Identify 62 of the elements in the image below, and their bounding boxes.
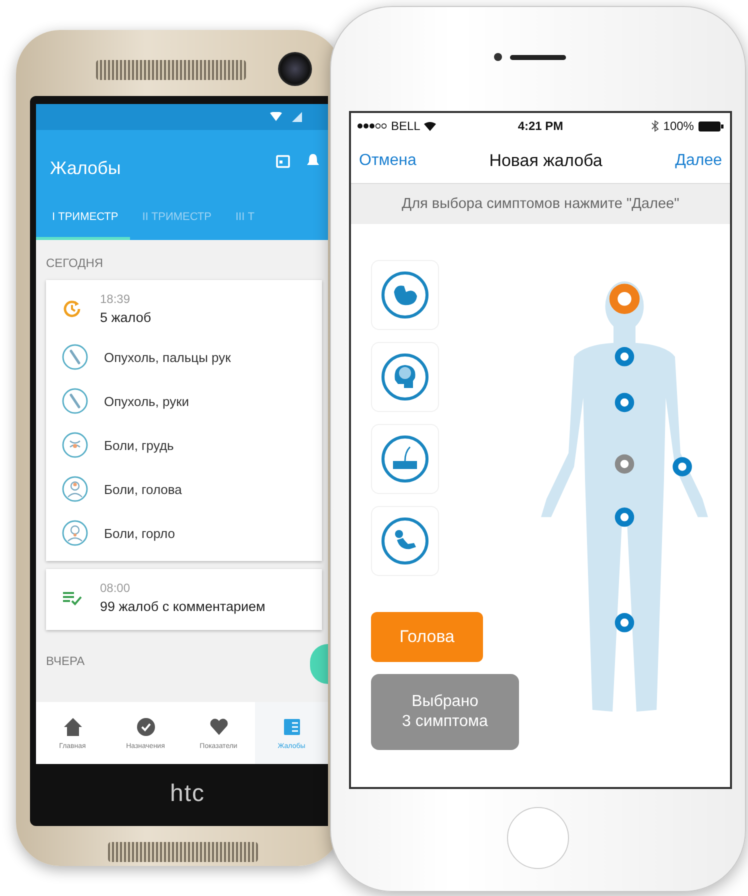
brand-logo: htc xyxy=(170,780,206,808)
section-heading: СЕГОДНЯ xyxy=(46,255,104,272)
screen-title: Новая жалоба xyxy=(489,151,602,171)
home-icon xyxy=(62,716,82,736)
screen-title: Жалобы xyxy=(50,158,121,178)
body-marker[interactable] xyxy=(614,454,634,474)
next-link[interactable]: Далее xyxy=(675,152,722,170)
symptom-label: Опухоль, руки xyxy=(104,394,190,408)
symptom-label: Боли, грудь xyxy=(104,438,174,452)
wifi-icon xyxy=(424,122,436,130)
symptom-label: Боли, голова xyxy=(104,482,182,496)
entry-summary: 99 жалоб с комментарием xyxy=(100,599,266,614)
entry-card[interactable]: 18:39 5 жалоб Опухоль, пальцы рук Опухоль, руки Боли, грудь Боли, голова Боли, горло xyxy=(46,280,322,561)
hand-symptom-icon xyxy=(62,388,88,414)
earpiece-speaker xyxy=(510,54,566,60)
symptom-label: Боли, горло xyxy=(104,526,175,540)
muscle-icon xyxy=(380,270,430,320)
entry-card[interactable]: 08:00 99 жалоб с комментарием xyxy=(46,569,322,630)
baby-icon xyxy=(380,516,430,566)
fab-button[interactable] xyxy=(310,644,328,684)
signal-dots-icon xyxy=(357,123,387,129)
list-icon xyxy=(282,716,302,736)
signal-icon xyxy=(292,112,302,122)
entry-time: 18:39 xyxy=(100,292,132,306)
category-tile[interactable] xyxy=(371,260,439,330)
check-icon xyxy=(136,716,156,736)
body-marker[interactable] xyxy=(614,392,634,412)
hint-banner: Для выбора симптомов нажмите "Далее" xyxy=(351,184,730,224)
bluetooth-icon xyxy=(651,120,660,132)
body-marker[interactable] xyxy=(672,457,692,476)
body-marker[interactable] xyxy=(614,347,634,366)
cancel-link[interactable]: Отмена xyxy=(359,152,416,170)
calendar-icon[interactable] xyxy=(276,154,290,168)
entry-time: 08:00 xyxy=(100,581,132,595)
brain-icon xyxy=(380,352,430,402)
symptom-label: Опухоль, пальцы рук xyxy=(104,350,231,364)
camera-lens xyxy=(278,52,312,86)
trimester-tab[interactable]: I ТРИМЕСТР xyxy=(36,211,130,240)
checklist-icon xyxy=(62,590,82,606)
clock-arrow-icon xyxy=(62,298,82,318)
camera-lens xyxy=(494,52,502,60)
hand-symptom-icon xyxy=(62,344,88,370)
battery-icon xyxy=(698,120,724,132)
category-tile[interactable] xyxy=(371,506,439,576)
clock-time: 4:21 PM xyxy=(518,119,564,133)
body-marker[interactable] xyxy=(614,508,634,527)
chest-symptom-icon xyxy=(62,432,88,458)
entry-summary: 5 жалоб xyxy=(100,310,152,325)
heart-icon xyxy=(208,716,228,736)
carrier-name: BELL xyxy=(391,119,420,133)
category-tile[interactable] xyxy=(371,342,439,412)
selected-marker[interactable] xyxy=(609,284,640,314)
body-marker[interactable] xyxy=(614,613,634,632)
throat-symptom-icon xyxy=(62,520,88,546)
wifi-icon xyxy=(270,112,282,122)
selected-count-button[interactable]: Выбрано 3 симптома xyxy=(371,674,519,750)
head-symptom-icon xyxy=(62,476,88,502)
skin-icon xyxy=(380,434,430,484)
body-area-button[interactable]: Голова xyxy=(371,612,483,662)
category-tile[interactable] xyxy=(371,424,439,494)
section-heading: ВЧЕРА xyxy=(46,653,85,670)
battery-percent: 100% xyxy=(663,119,694,133)
